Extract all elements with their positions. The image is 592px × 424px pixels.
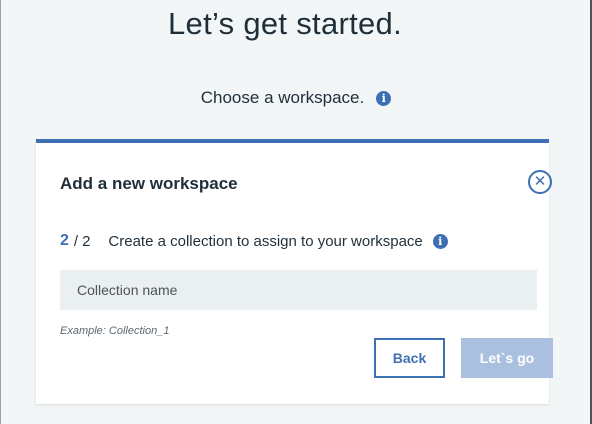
close-icon[interactable]: ✕ [528,170,552,194]
info-icon[interactable]: i [432,233,448,249]
step-description: Create a collection to assign to your wo… [108,232,423,250]
lets-go-button[interactable]: Let`s go [461,338,553,378]
card-title: Add a new workspace [60,174,238,193]
step-separator: / [73,232,79,250]
example-hint: Example: Collection_1 [60,325,170,337]
step-indicator: 2 / 2 Create a collection to assign to y… [60,232,448,250]
back-button[interactable]: Back [374,338,445,378]
step-current: 2 [60,232,69,249]
subtitle-row: Choose a workspace. i [0,88,570,108]
window-left-edge [0,0,1,424]
subtitle: Choose a workspace. [200,88,365,107]
collection-name-input[interactable] [60,270,537,310]
info-icon[interactable]: i [376,90,392,106]
page-title: Let’s get started. [167,6,403,41]
step-total: 2 [82,232,91,250]
add-workspace-card: Add a new workspace ✕ 2 / 2 Create a col… [36,139,553,404]
